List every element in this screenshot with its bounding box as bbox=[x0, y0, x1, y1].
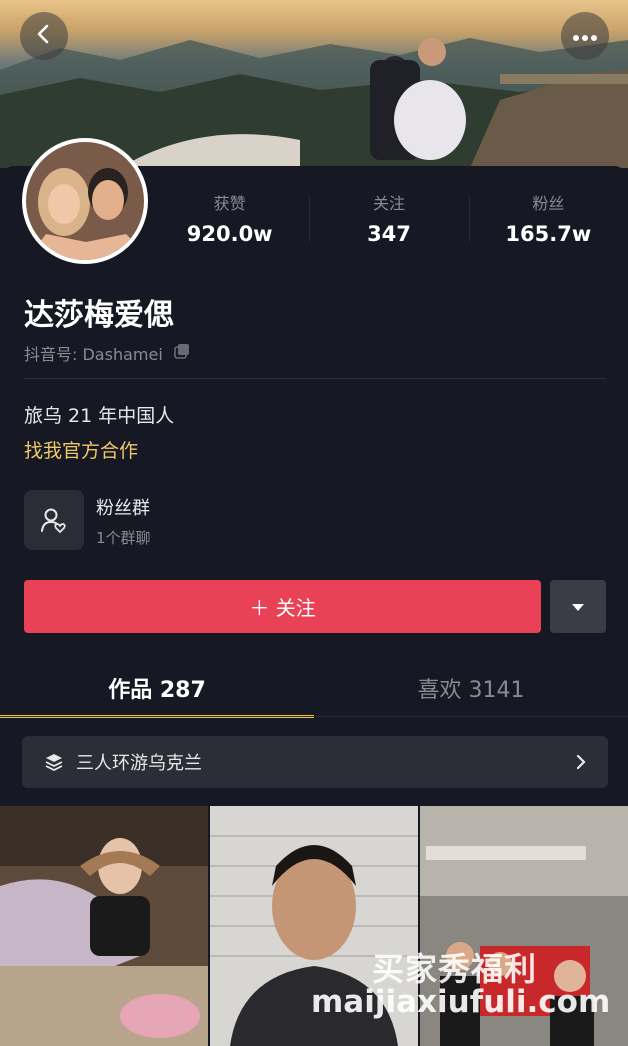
collection-title: 三人环游乌克兰 bbox=[76, 753, 202, 774]
watermark-url: maijiaxiufuli.com bbox=[311, 984, 611, 1020]
profile-stats: 获赞 920.0w 关注 347 粉丝 165.7w bbox=[150, 188, 628, 258]
follow-button[interactable]: ＋ 关注 bbox=[24, 580, 541, 633]
chevron-right-icon bbox=[576, 754, 586, 770]
cooperation-link[interactable]: 找我官方合作 bbox=[24, 436, 138, 463]
stat-followers[interactable]: 粉丝 165.7w bbox=[468, 188, 628, 258]
more-horizontal-icon bbox=[572, 27, 598, 46]
stat-label: 粉丝 bbox=[532, 194, 565, 213]
profile-handle: 抖音号: Dashamei bbox=[24, 345, 163, 364]
caret-down-icon bbox=[571, 597, 585, 616]
stat-likes[interactable]: 获赞 920.0w bbox=[150, 188, 309, 258]
recommend-dropdown-button[interactable] bbox=[550, 580, 606, 633]
stat-label: 获赞 bbox=[213, 194, 246, 213]
stat-value: 920.0w bbox=[186, 222, 273, 246]
tab-works[interactable]: 作品 287 bbox=[0, 660, 314, 718]
avatar[interactable] bbox=[22, 138, 148, 264]
content-tabs: 作品 287 喜欢 3141 bbox=[0, 660, 628, 718]
tab-divider bbox=[0, 716, 628, 717]
profile-handle-row: 抖音号: Dashamei bbox=[24, 341, 191, 365]
stat-following[interactable]: 关注 347 bbox=[309, 188, 468, 258]
stat-value: 347 bbox=[367, 222, 411, 246]
fan-group-icon[interactable] bbox=[24, 490, 84, 550]
video-thumbnail[interactable] bbox=[0, 806, 208, 1046]
divider bbox=[24, 378, 606, 379]
collection-banner[interactable]: 三人环游乌克兰 bbox=[22, 736, 608, 788]
back-button[interactable] bbox=[20, 12, 68, 60]
stat-value: 165.7w bbox=[505, 222, 592, 246]
profile-bio: 旅乌 21 年中国人 bbox=[24, 405, 175, 427]
layers-icon bbox=[44, 752, 64, 772]
fan-group-title[interactable]: 粉丝群 bbox=[96, 494, 150, 520]
chevron-left-icon bbox=[33, 23, 55, 49]
stat-label: 关注 bbox=[372, 194, 405, 213]
fan-group-subtitle: 1个群聊 bbox=[96, 529, 151, 547]
copy-icon[interactable] bbox=[173, 342, 191, 364]
tab-likes[interactable]: 喜欢 3141 bbox=[314, 660, 628, 718]
profile-name: 达莎梅爱偲 bbox=[24, 298, 174, 333]
more-options-button[interactable] bbox=[561, 12, 609, 60]
